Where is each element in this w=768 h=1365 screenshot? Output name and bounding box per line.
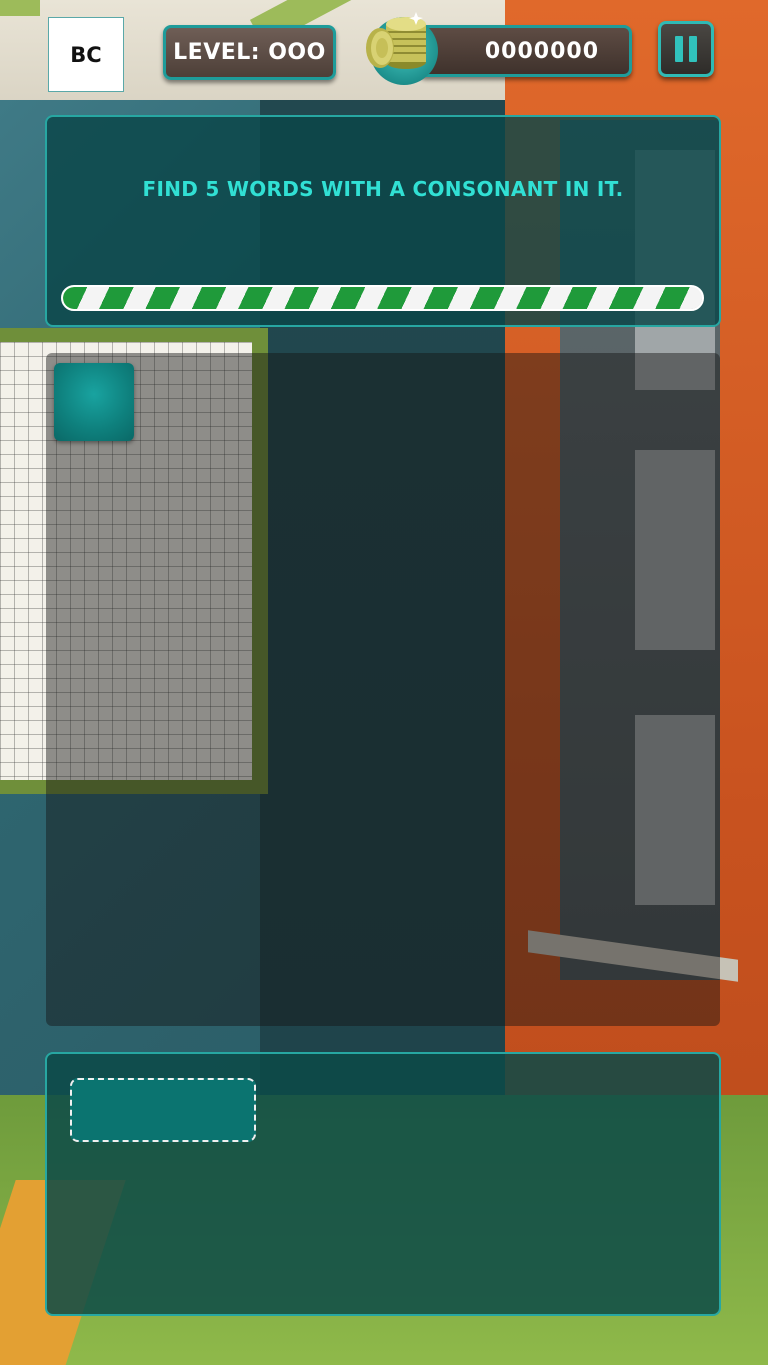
ceiling-beam <box>0 0 40 16</box>
question-panel: FIND 5 WORDS WITH A CONSONANT IN IT. <box>45 115 721 327</box>
progress-fill <box>63 287 702 309</box>
pause-button[interactable] <box>658 21 714 77</box>
app-badge: BC <box>48 17 124 92</box>
letter-board <box>46 353 720 1026</box>
level-display: LEVEL: OOO <box>163 25 336 80</box>
coin-counter: 0000000 <box>418 25 632 77</box>
coin-count: 0000000 <box>484 38 599 64</box>
question-prompt: FIND 5 WORDS WITH A CONSONANT IN IT. <box>142 177 624 201</box>
answer-slot[interactable] <box>70 1078 256 1142</box>
progress-bar <box>61 285 704 311</box>
pause-icon <box>689 36 697 62</box>
level-label: LEVEL: OOO <box>173 40 326 65</box>
pause-icon <box>675 36 683 62</box>
letter-tile[interactable] <box>54 363 134 441</box>
coin-stack-icon <box>366 12 426 69</box>
